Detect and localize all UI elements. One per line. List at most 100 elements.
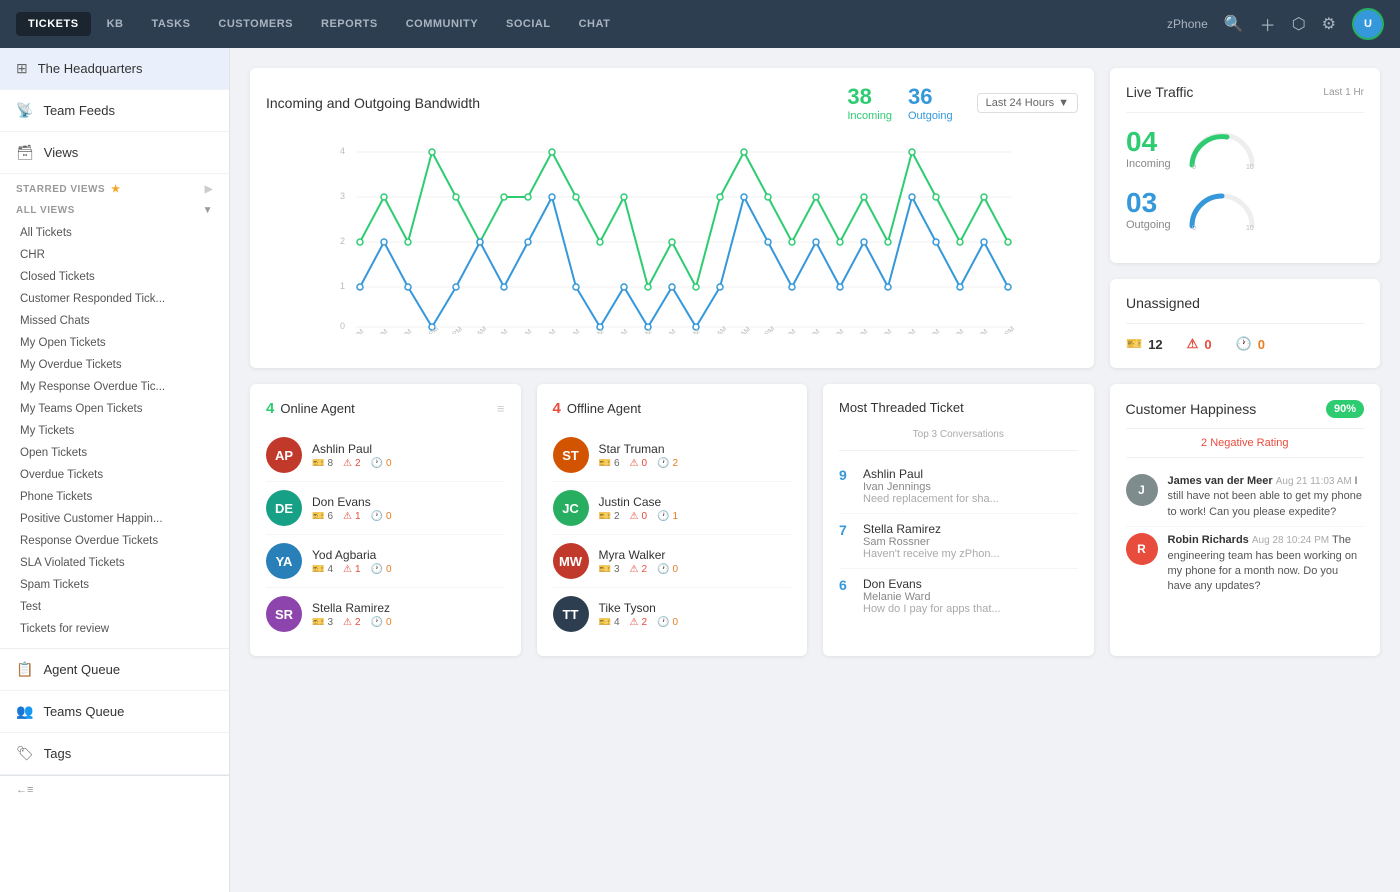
- all-views-toggle[interactable]: ▼: [203, 205, 213, 216]
- teamsqueue-label: Teams Queue: [43, 704, 124, 719]
- avatar: JC: [553, 490, 589, 526]
- nav-kb[interactable]: KB: [95, 12, 136, 36]
- sidebar-link-phonetickets[interactable]: Phone Tickets: [0, 486, 229, 508]
- urgent-icon: ⚠: [343, 511, 352, 522]
- overdue-stat: 🕐 0: [657, 617, 678, 628]
- list-item: J James van der Meer Aug 21 11:03 AM I s…: [1126, 468, 1365, 527]
- agent-info: Justin Case 🎫 2 ⚠ 0 🕐 1: [599, 495, 679, 522]
- svg-text:3: 3: [340, 191, 345, 201]
- sidebar-link-responseoverdue[interactable]: Response Overdue Tickets: [0, 530, 229, 552]
- ticket-icon: 🎫: [599, 564, 611, 575]
- review-author: Robin Richards: [1168, 534, 1249, 546]
- svg-text:5PM: 5PM: [878, 328, 893, 334]
- svg-text:7PM: 7PM: [350, 328, 365, 334]
- ticket-stat: 🎫 4: [312, 564, 333, 575]
- sidebar-collapse[interactable]: ←≡: [0, 775, 229, 804]
- nav-community[interactable]: COMMUNITY: [394, 12, 490, 36]
- sidebar-link-test[interactable]: Test: [0, 596, 229, 618]
- thread-info: Stella Ramirez Sam Rossner Haven't recei…: [863, 522, 1078, 560]
- sidebar-link-myteamsopen[interactable]: My Teams Open Tickets: [0, 398, 229, 420]
- clock-icon: 🕐: [657, 458, 669, 469]
- sidebar-item-headquarters[interactable]: ⊞ The Headquarters: [0, 48, 229, 90]
- clock-icon: 🕐: [371, 617, 383, 628]
- review-time: Aug 28 10:24 PM: [1252, 535, 1329, 546]
- urgent-stat: ⚠ 1: [343, 564, 361, 575]
- overdue-stat: 🕐 0: [657, 564, 678, 575]
- ticket-count-val: 12: [1148, 337, 1162, 352]
- svg-text:10: 10: [1246, 225, 1254, 231]
- views-icon: 🗃: [16, 144, 34, 161]
- agent-stats: 🎫 3 ⚠ 2 🕐 0: [312, 617, 392, 628]
- sidebar-item-tags[interactable]: 🏷 Tags: [0, 733, 229, 775]
- ticket-icon: 🎫: [312, 458, 324, 469]
- sidebar-item-agentqueue[interactable]: 📋 Agent Queue: [0, 648, 229, 691]
- nav-social[interactable]: SOCIAL: [494, 12, 563, 36]
- sidebar-link-ticketsreview[interactable]: Tickets for review: [0, 618, 229, 640]
- ticket-stat: 🎫 6: [599, 458, 620, 469]
- unassigned-card: Unassigned 🎫 12 ⚠ 0 🕐 0: [1110, 279, 1380, 368]
- avatar: DE: [266, 490, 302, 526]
- external-icon[interactable]: ⬡: [1292, 14, 1306, 34]
- svg-text:9PM: 9PM: [974, 328, 989, 334]
- svg-text:0: 0: [340, 321, 345, 331]
- svg-text:3AM: 3AM: [542, 328, 557, 334]
- sidebar-link-myoverduetickets[interactable]: My Overdue Tickets: [0, 354, 229, 376]
- online-menu-icon[interactable]: ≡: [497, 401, 505, 416]
- sidebar-link-myopentickets[interactable]: My Open Tickets: [0, 332, 229, 354]
- settings-icon[interactable]: ⚙: [1322, 14, 1336, 34]
- agent-stats: 🎫 4 ⚠ 1 🕐 0: [312, 564, 392, 575]
- sidebar-link-mytickets[interactable]: My Tickets: [0, 420, 229, 442]
- sidebar-link-chr[interactable]: CHR: [0, 244, 229, 266]
- review-text: Robin Richards Aug 28 10:24 PM The engin…: [1168, 533, 1365, 595]
- starred-expand-icon[interactable]: ▶: [205, 184, 213, 195]
- agent-name: Justin Case: [599, 495, 679, 509]
- agent-stats: 🎫 4 ⚠ 2 🕐 0: [599, 617, 679, 628]
- sidebar-item-views[interactable]: 🗃 Views: [0, 132, 229, 174]
- ticket-icon: 🎫: [312, 564, 324, 575]
- outgoing-gauge: 0 10: [1187, 186, 1257, 231]
- unassigned-title: Unassigned: [1126, 295, 1364, 311]
- bandwidth-card: Incoming and Outgoing Bandwidth 38 Incom…: [250, 68, 1094, 368]
- starred-views-header: STARRED VIEWS ★ ▶: [0, 174, 229, 199]
- user-avatar[interactable]: U: [1352, 8, 1384, 40]
- sidebar-link-alltickets[interactable]: All Tickets: [0, 222, 229, 244]
- nav-chat[interactable]: CHAT: [567, 12, 623, 36]
- online-agents-card: 4 Online Agent ≡ AP Ashlin Paul 🎫 8 ⚠ 2 …: [250, 384, 521, 656]
- sidebar-link-spam[interactable]: Spam Tickets: [0, 574, 229, 596]
- sidebar-link-opentickets[interactable]: Open Tickets: [0, 442, 229, 464]
- sidebar-link-closedtickets[interactable]: Closed Tickets: [0, 266, 229, 288]
- all-views-sub: ALL VIEWS ▼: [0, 199, 229, 222]
- nav-reports[interactable]: REPORTS: [309, 12, 390, 36]
- nav-tasks[interactable]: TASKS: [139, 12, 202, 36]
- sidebar-item-teamsqueue[interactable]: 👥 Teams Queue: [0, 691, 229, 733]
- sidebar-link-slaviolated[interactable]: SLA Violated Tickets: [0, 552, 229, 574]
- nav-customers[interactable]: CUSTOMERS: [206, 12, 305, 36]
- agent-stats: 🎫 6 ⚠ 0 🕐 2: [599, 458, 679, 469]
- sidebar-link-myresponseoverdue[interactable]: My Response Overdue Tic...: [0, 376, 229, 398]
- clock-icon: 🕐: [371, 511, 383, 522]
- filter-chevron: ▼: [1058, 97, 1069, 109]
- svg-text:10: 10: [1246, 164, 1254, 170]
- sidebar-link-customerresponded[interactable]: Customer Responded Tick...: [0, 288, 229, 310]
- headquarters-icon: ⊞: [16, 60, 28, 77]
- sidebar-item-teamfeeds[interactable]: 📡 Team Feeds: [0, 90, 229, 132]
- svg-text:0: 0: [1192, 164, 1196, 170]
- clock-icon: 🕐: [1236, 336, 1252, 352]
- clock-icon: 🕐: [657, 511, 669, 522]
- sidebar-link-positivehappin[interactable]: Positive Customer Happin...: [0, 508, 229, 530]
- sidebar-link-overduetickets[interactable]: Overdue Tickets: [0, 464, 229, 486]
- nav-tickets[interactable]: TICKETS: [16, 12, 91, 36]
- overdue-stat: 🕐 1: [657, 511, 678, 522]
- thread-name: Ashlin Paul: [863, 467, 1078, 481]
- unassigned-stats: 🎫 12 ⚠ 0 🕐 0: [1126, 336, 1364, 352]
- phone-label[interactable]: zPhone: [1167, 17, 1208, 31]
- add-icon[interactable]: ＋: [1260, 12, 1276, 36]
- nav-items: TICKETS KB TASKS CUSTOMERS REPORTS COMMU…: [16, 12, 1167, 36]
- svg-text:9PM: 9PM: [398, 328, 413, 334]
- overdue-stat: 🕐 0: [371, 511, 392, 522]
- bandwidth-header: Incoming and Outgoing Bandwidth 38 Incom…: [266, 84, 1078, 122]
- sidebar-link-missedchats[interactable]: Missed Chats: [0, 310, 229, 332]
- bandwidth-filter[interactable]: Last 24 Hours ▼: [977, 93, 1078, 113]
- svg-text:2PM: 2PM: [806, 328, 821, 334]
- search-icon[interactable]: 🔍: [1224, 14, 1244, 34]
